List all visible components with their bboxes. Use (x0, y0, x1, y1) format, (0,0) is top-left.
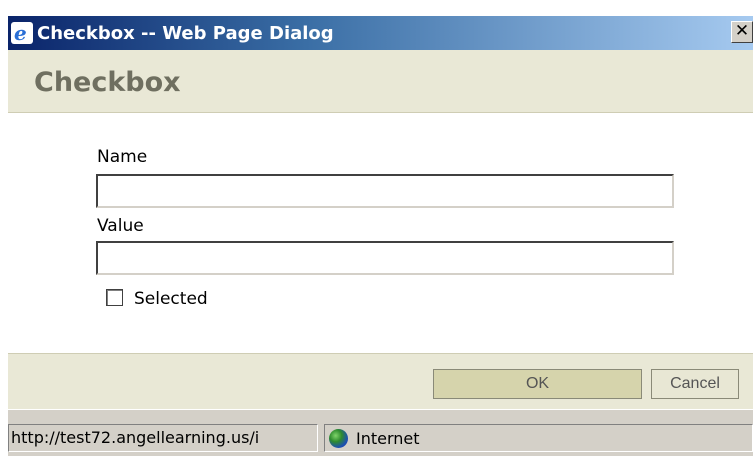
globe-icon (329, 428, 348, 448)
name-field[interactable] (96, 174, 674, 208)
value-label: Value (97, 216, 144, 236)
internet-explorer-icon: e (11, 22, 33, 44)
close-button[interactable]: ✕ (731, 21, 753, 43)
page-title: Checkbox (34, 67, 181, 98)
close-icon: ✕ (734, 21, 750, 41)
name-label: Name (97, 147, 148, 167)
selected-label: Selected (134, 289, 208, 309)
window-title: Checkbox -- Web Page Dialog (37, 22, 334, 44)
form-area: Name Value Selected (8, 113, 753, 353)
status-bar: http://test72.angellearning.us/i Interne… (8, 409, 753, 456)
header-band: Checkbox (8, 50, 753, 113)
dialog-window: e Checkbox -- Web Page Dialog ✕ Checkbox… (0, 0, 753, 456)
ok-button[interactable]: OK (433, 369, 642, 399)
footer-band: OK Cancel (8, 353, 753, 410)
title-bar[interactable]: e Checkbox -- Web Page Dialog ✕ (8, 16, 753, 50)
selected-checkbox[interactable] (106, 289, 123, 306)
status-url: http://test72.angellearning.us/i (8, 424, 318, 452)
zone-label: Internet (356, 428, 420, 448)
security-zone: Internet (324, 424, 753, 452)
value-field[interactable] (96, 241, 674, 275)
cancel-button[interactable]: Cancel (651, 369, 739, 399)
